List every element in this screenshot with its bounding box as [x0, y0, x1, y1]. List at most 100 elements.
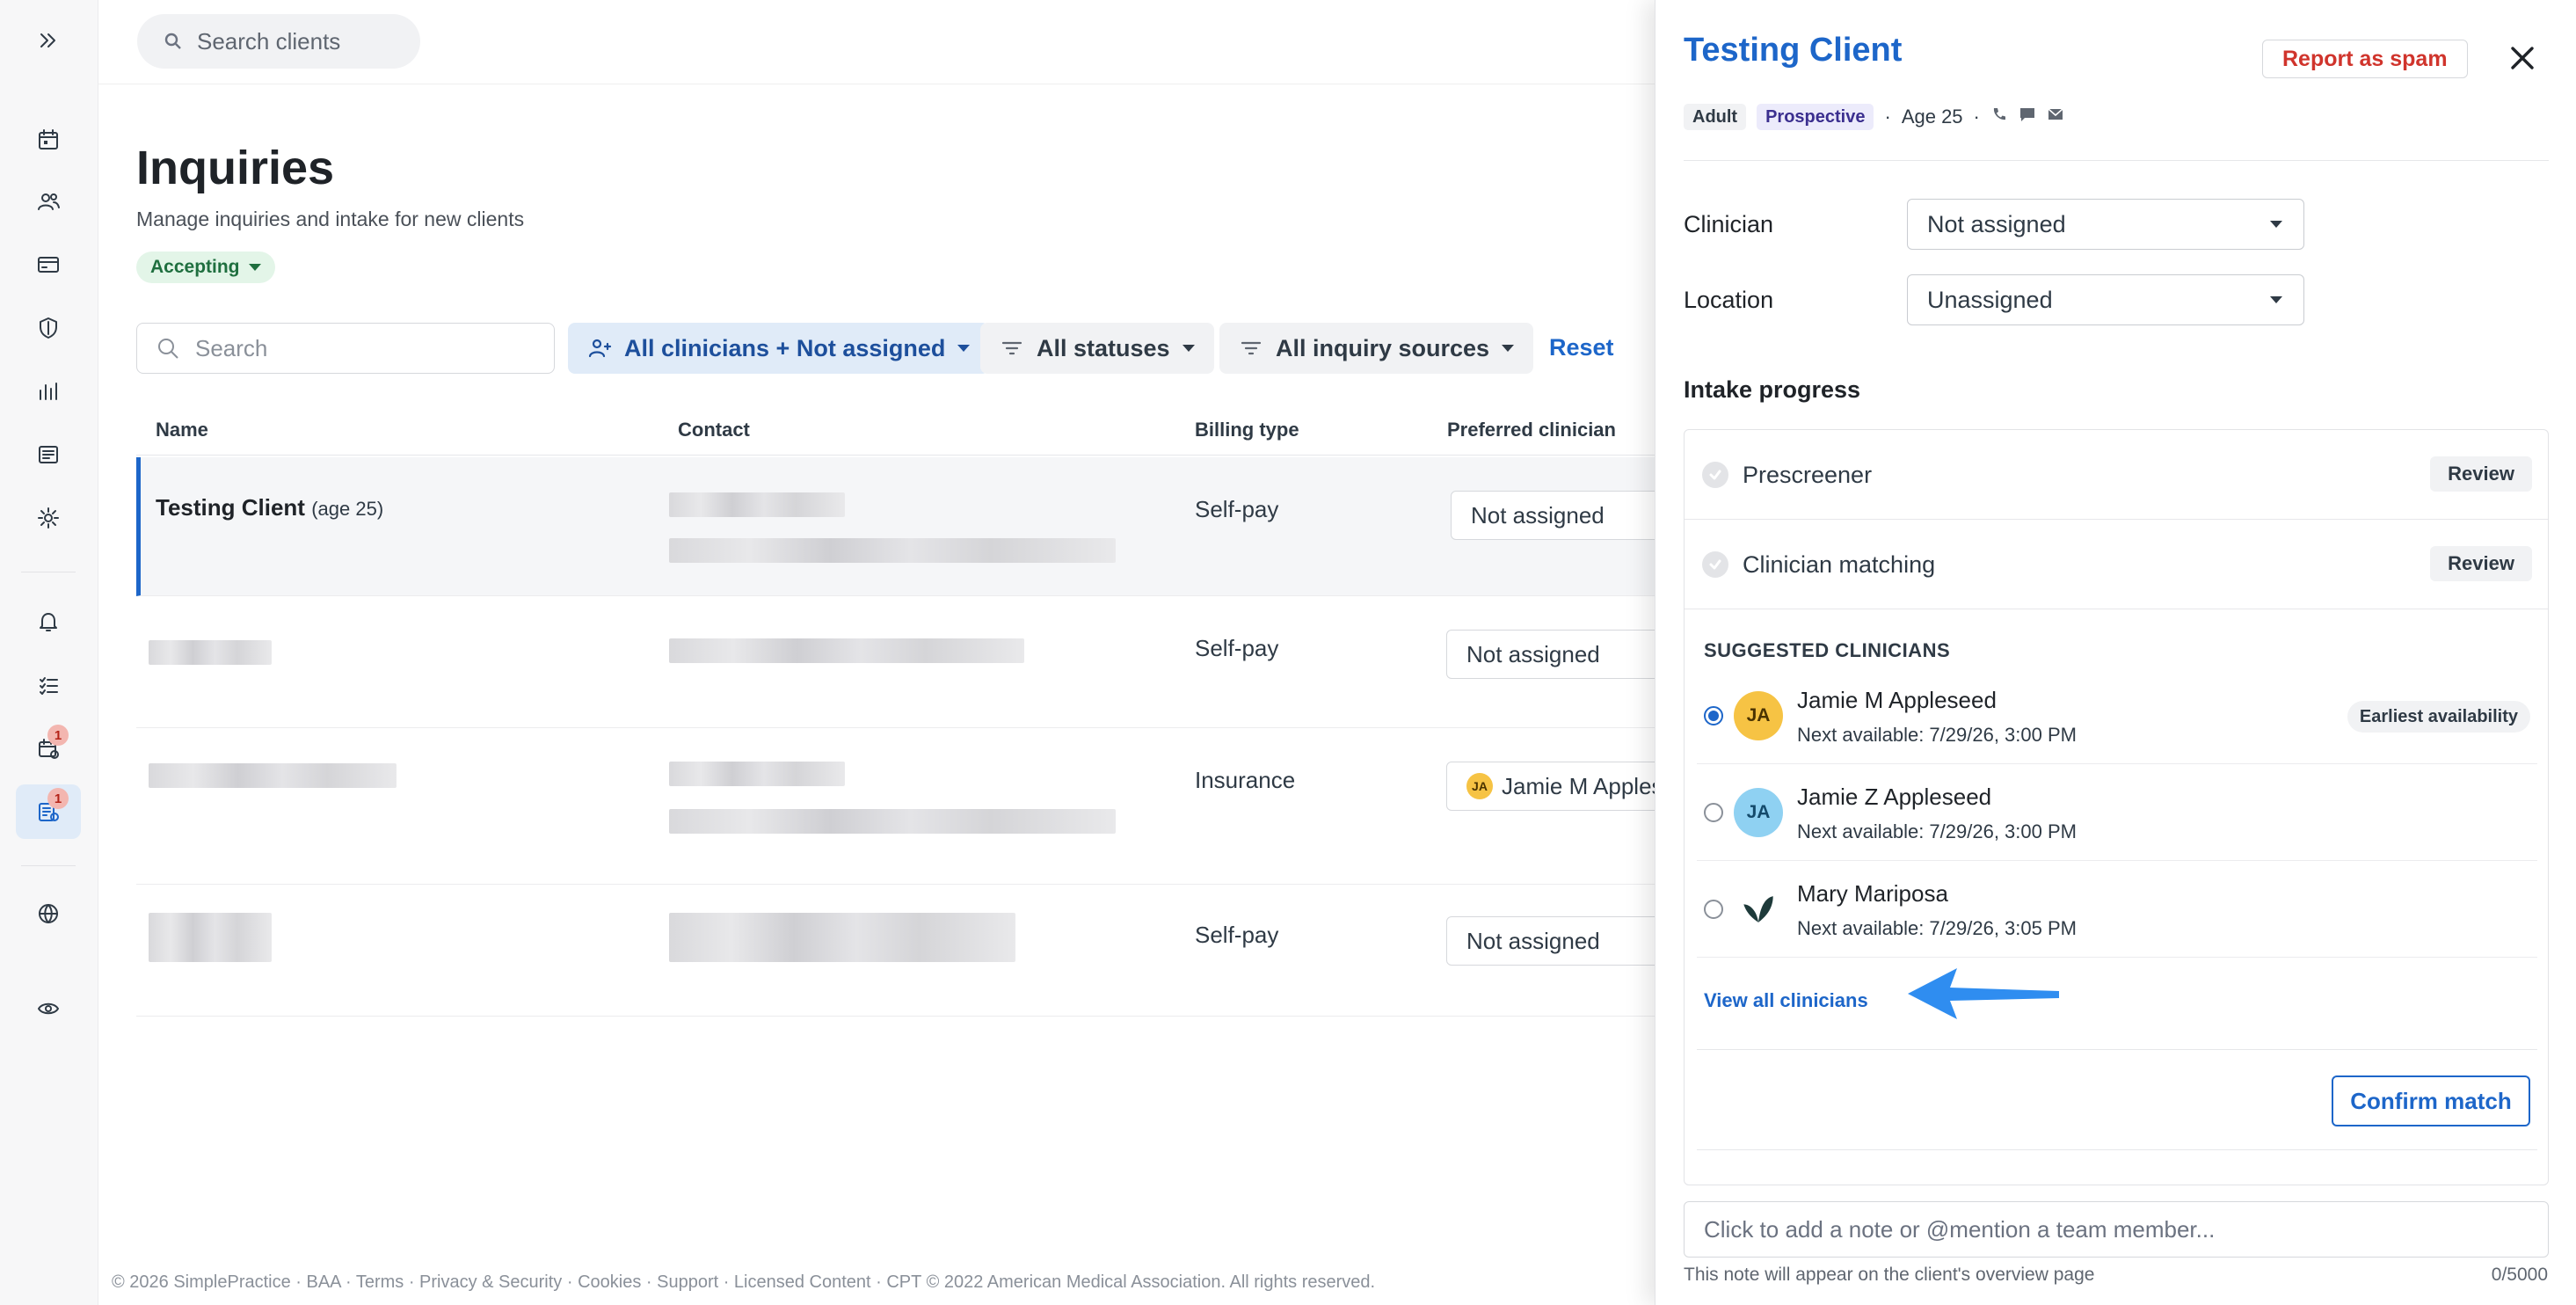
eye-icon[interactable]	[16, 981, 81, 1036]
clinician-avatar: JA	[1734, 788, 1783, 837]
insurance-shield-icon[interactable]	[16, 301, 81, 355]
documents-icon[interactable]	[16, 427, 81, 482]
client-name-cell[interactable]: Testing Client (age 25)	[156, 494, 383, 521]
inquiries-icon[interactable]: 1	[16, 784, 81, 839]
billing-type-cell: Self-pay	[1195, 922, 1279, 948]
table-row[interactable]: Testing Client (age 25) Self-pay Not ass…	[136, 457, 1679, 596]
chevron-down-icon	[1182, 345, 1195, 352]
analytics-icon[interactable]	[16, 364, 81, 419]
clinician-option[interactable]: Mary Mariposa Next available: 7/29/26, 3…	[1697, 861, 2537, 958]
column-header-contact[interactable]: Contact	[678, 419, 750, 441]
preferred-clinician-value: Not assigned	[1466, 640, 1600, 667]
card-divider	[1697, 1049, 2537, 1050]
phone-icon[interactable]	[1990, 106, 2008, 128]
clinician-option[interactable]: JA Jamie M Appleseed Next available: 7/2…	[1697, 667, 2537, 764]
check-circle-icon	[1702, 462, 1728, 488]
settings-gear-icon[interactable]	[16, 491, 81, 545]
source-filter-dropdown[interactable]: All inquiry sources	[1219, 323, 1534, 374]
nav-badge: 1	[47, 788, 69, 809]
column-header-name[interactable]: Name	[156, 419, 208, 441]
check-circle-icon	[1702, 551, 1728, 578]
panel-divider	[1684, 160, 2549, 161]
chevron-down-icon	[1502, 345, 1515, 352]
redacted-email	[669, 809, 1116, 834]
preferred-clinician-select[interactable]: Not assigned	[1451, 491, 1679, 540]
column-header-billing-type[interactable]: Billing type	[1195, 419, 1299, 441]
billing-type-cell: Insurance	[1195, 767, 1296, 793]
redacted-email	[669, 538, 1116, 563]
filter-icon	[1241, 341, 1262, 355]
step-label: Clinician matching	[1743, 551, 1936, 578]
clinicians-filter-icon	[588, 339, 612, 358]
review-prescreener-button[interactable]: Review	[2430, 456, 2532, 492]
clinician-name: Mary Mariposa	[1797, 880, 1948, 907]
panel-client-name[interactable]: Testing Client	[1684, 32, 1902, 69]
clinician-name: Jamie Z Appleseed	[1797, 784, 1992, 810]
client-age: (age 25)	[311, 498, 384, 520]
location-select[interactable]: Unassigned	[1907, 274, 2304, 325]
clinician-option[interactable]: JA Jamie Z Appleseed Next available: 7/2…	[1697, 764, 2537, 861]
location-label: Location	[1684, 287, 1774, 313]
billing-card-icon[interactable]	[16, 237, 81, 292]
redacted-contact	[669, 913, 1015, 962]
table-row[interactable]: Self-pay Not assigned	[136, 885, 1675, 1017]
prospective-tag: Prospective	[1757, 104, 1874, 130]
notifications-bell-icon[interactable]	[16, 594, 81, 649]
intake-step-prescreener: Prescreener Review	[1685, 430, 2548, 520]
client-meta-row: Adult Prospective · Age 25 ·	[1684, 104, 2064, 130]
clinician-radio[interactable]	[1704, 803, 1723, 822]
billing-type-cell: Self-pay	[1195, 635, 1279, 661]
clinician-radio[interactable]	[1704, 900, 1723, 919]
message-icon[interactable]	[2019, 106, 2036, 128]
card-divider	[1697, 1149, 2537, 1150]
inquiry-search-placeholder: Search	[195, 334, 268, 361]
redacted-name	[149, 913, 272, 962]
tasks-list-icon[interactable]	[16, 658, 81, 712]
accepting-status-dropdown[interactable]: Accepting	[136, 252, 275, 283]
client-search-input[interactable]: Search clients	[137, 14, 420, 69]
close-icon[interactable]	[2505, 40, 2540, 76]
accepting-status-label: Accepting	[150, 257, 240, 277]
billing-type-cell: Self-pay	[1195, 496, 1279, 522]
view-all-clinicians-link[interactable]: View all clinicians	[1704, 989, 1868, 1012]
confirm-match-button[interactable]: Confirm match	[2332, 1075, 2530, 1126]
clinician-next-available: Next available: 7/29/26, 3:00 PM	[1797, 820, 2077, 842]
step-label: Prescreener	[1743, 462, 1873, 488]
preferred-clinician-value: Jamie M Appleseed	[1502, 772, 1674, 799]
clinician-radio[interactable]	[1704, 706, 1723, 725]
reset-filters-link[interactable]: Reset	[1549, 334, 1614, 361]
preferred-clinician-select[interactable]: JA Jamie M Appleseed	[1446, 762, 1675, 811]
chevron-down-icon	[957, 345, 971, 352]
annotation-arrow-icon	[1908, 968, 2059, 1019]
status-filter-dropdown[interactable]: All statuses	[980, 323, 1214, 374]
status-filter-label: All statuses	[1037, 334, 1170, 361]
search-icon	[158, 339, 178, 359]
clinician-filter-dropdown[interactable]: All clinicians + Not assigned	[568, 323, 990, 374]
preferred-clinician-select[interactable]: Not assigned	[1446, 630, 1675, 679]
calendar-icon[interactable]	[16, 113, 81, 167]
expand-nav-icon[interactable]	[16, 13, 81, 68]
email-icon[interactable]	[2047, 106, 2064, 128]
clients-icon[interactable]	[16, 174, 81, 229]
note-input[interactable]: Click to add a note or @mention a team m…	[1684, 1201, 2549, 1258]
preferred-clinician-select[interactable]: Not assigned	[1446, 916, 1675, 966]
adult-tag: Adult	[1684, 104, 1747, 130]
preferred-clinician-value: Not assigned	[1471, 501, 1605, 529]
chevron-down-icon	[248, 264, 261, 271]
table-row[interactable]: Insurance JA Jamie M Appleseed	[136, 728, 1675, 885]
clinician-name: Jamie M Appleseed	[1797, 687, 1997, 713]
inquiry-search-input[interactable]: Search	[136, 323, 555, 374]
intake-progress-heading: Intake progress	[1684, 376, 1861, 403]
client-age-label: Age 25	[1901, 106, 1963, 128]
top-bar: Search clients	[98, 0, 1655, 84]
clinician-select-value: Not assigned	[1927, 210, 2066, 237]
clinician-select[interactable]: Not assigned	[1907, 199, 2304, 250]
calendar-plus-icon[interactable]: 1	[16, 721, 81, 776]
table-row[interactable]: Self-pay Not assigned	[136, 596, 1675, 728]
meta-dot: ·	[1884, 106, 1891, 128]
column-header-preferred-clinician[interactable]: Preferred clinician	[1447, 419, 1616, 441]
globe-icon[interactable]	[16, 886, 81, 941]
search-icon	[164, 33, 181, 49]
report-spam-button[interactable]: Report as spam	[2262, 40, 2468, 78]
review-matching-button[interactable]: Review	[2430, 546, 2532, 581]
